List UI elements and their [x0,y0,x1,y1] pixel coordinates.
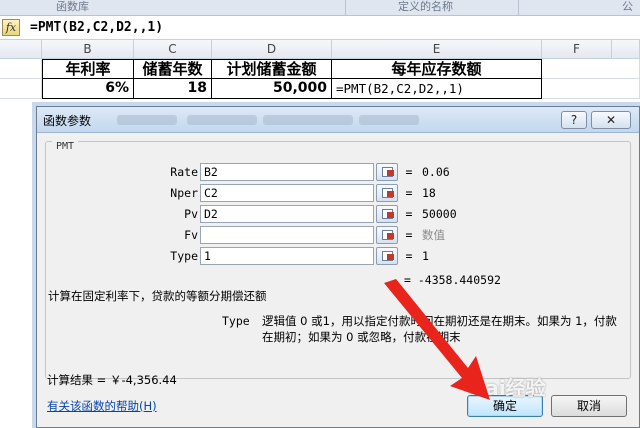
annotation-arrow [384,279,490,400]
arrow-icon [384,279,490,400]
